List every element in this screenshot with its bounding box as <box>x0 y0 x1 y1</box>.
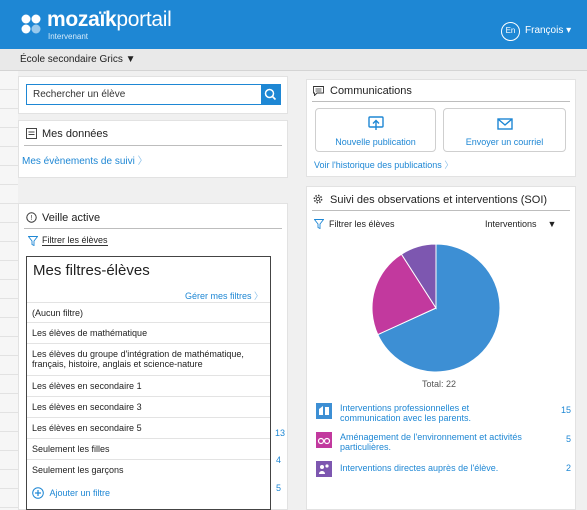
manage-filters-label: Gérer mes filtres <box>185 291 252 301</box>
settings-icon <box>313 194 323 204</box>
publication-history-label: Voir l'historique des publications <box>314 160 442 170</box>
legend-item[interactable]: Aménagement de l'environnement et activi… <box>316 432 573 456</box>
filter-icon <box>314 219 324 229</box>
filter-item[interactable]: Les élèves de mathématique <box>27 323 270 344</box>
search-input[interactable] <box>27 85 262 104</box>
count-badge: 5 <box>276 483 282 493</box>
legend-value: 5 <box>565 434 571 444</box>
interventions-dropdown[interactable]: Interventions ▼ <box>485 219 556 229</box>
legend-item[interactable]: Interventions professionnelles et commun… <box>316 403 573 427</box>
search-box <box>26 84 281 105</box>
filter-students-button[interactable]: Filtrer les élèves <box>42 235 108 246</box>
people-icon <box>316 461 332 477</box>
new-publication-label: Nouvelle publication <box>335 137 416 147</box>
mozaik-logo-icon <box>21 14 41 34</box>
chevron-right-icon: 〉 <box>137 156 148 167</box>
count-badge: 13 <box>275 428 286 438</box>
glasses-icon <box>316 432 332 448</box>
filter-item[interactable]: Les élèves en secondaire 3 <box>27 397 270 418</box>
filter-item[interactable]: Les élèves en secondaire 5 <box>27 418 270 439</box>
filter-icon <box>28 236 38 246</box>
filters-panel-title: Mes filtres-élèves <box>33 262 150 279</box>
mes-evenements-label: Mes évènements de suivi <box>22 156 135 167</box>
divider <box>312 101 570 102</box>
message-icon <box>313 86 324 96</box>
search-button[interactable] <box>261 85 280 104</box>
left-decoration <box>0 71 18 510</box>
filter-item[interactable]: Seulement les filles <box>27 439 270 460</box>
manage-filters-link[interactable]: Gérer mes filtres 〉 <box>185 289 263 302</box>
filter-item[interactable]: Seulement les garçons <box>27 460 270 481</box>
chevron-right-icon: 〉 <box>254 291 264 301</box>
divider <box>24 145 282 146</box>
veille-active-title: Veille active <box>42 212 101 224</box>
publication-history-link[interactable]: Voir l'historique des publications 〉 <box>314 158 453 171</box>
plus-circle-icon <box>32 487 44 499</box>
divider <box>24 228 282 229</box>
interventions-dropdown-label: Interventions <box>485 219 537 229</box>
add-filter-label: Ajouter un filtre <box>49 488 111 498</box>
mes-evenements-link[interactable]: Mes évènements de suivi 〉 <box>22 152 148 167</box>
search-icon <box>264 88 277 101</box>
svg-text:!: ! <box>31 215 33 222</box>
filter-item[interactable]: Les élèves du groupe d'intégration de ma… <box>27 344 270 376</box>
communications-title: Communications <box>330 85 412 97</box>
send-mail-label: Envoyer un courriel <box>465 137 544 147</box>
language-icon[interactable]: En <box>501 22 520 41</box>
legend-label: Aménagement de l'environnement et activi… <box>340 432 522 452</box>
data-icon <box>26 128 37 139</box>
top-bar: mozaïkportail Intervenant En François ▾ <box>0 0 587 49</box>
soi-filter-button[interactable]: Filtrer les élèves <box>329 219 395 229</box>
chevron-right-icon: 〉 <box>444 160 454 170</box>
user-menu[interactable]: François ▾ <box>525 25 571 36</box>
app-logo-text: mozaïkportail <box>47 8 172 31</box>
send-mail-button[interactable]: Envoyer un courriel <box>443 108 566 152</box>
envelope-icon <box>496 118 513 130</box>
communication-icon <box>316 403 332 419</box>
school-selector[interactable]: École secondaire Grics ▼ <box>20 54 136 65</box>
new-publication-button[interactable]: Nouvelle publication <box>315 108 436 152</box>
filter-item[interactable]: Les élèves en secondaire 1 <box>27 376 270 397</box>
count-badge: 4 <box>276 455 282 465</box>
mes-donnees-title: Mes données <box>42 128 109 140</box>
legend-label: Interventions directes auprès de l'élève… <box>340 463 499 473</box>
add-filter-button[interactable]: Ajouter un filtre <box>32 487 110 499</box>
soi-title: Suivi des observations et interventions … <box>330 194 548 206</box>
legend-value: 15 <box>560 405 571 415</box>
publish-icon <box>367 116 384 130</box>
school-bar: École secondaire Grics ▼ <box>0 49 587 71</box>
legend-label: Interventions professionnelles et commun… <box>340 403 472 423</box>
filter-item[interactable]: (Aucun filtre) <box>27 302 270 323</box>
info-icon: ! <box>26 212 37 223</box>
legend-item[interactable]: Interventions directes auprès de l'élève… <box>316 461 573 479</box>
interventions-pie-chart <box>371 243 501 373</box>
legend-value: 2 <box>565 463 571 473</box>
pie-total: Total: 22 <box>422 379 457 389</box>
divider <box>312 210 570 211</box>
app-logo-subtitle: Intervenant <box>48 32 89 41</box>
dropdown-arrow-icon: ▼ <box>547 219 557 229</box>
